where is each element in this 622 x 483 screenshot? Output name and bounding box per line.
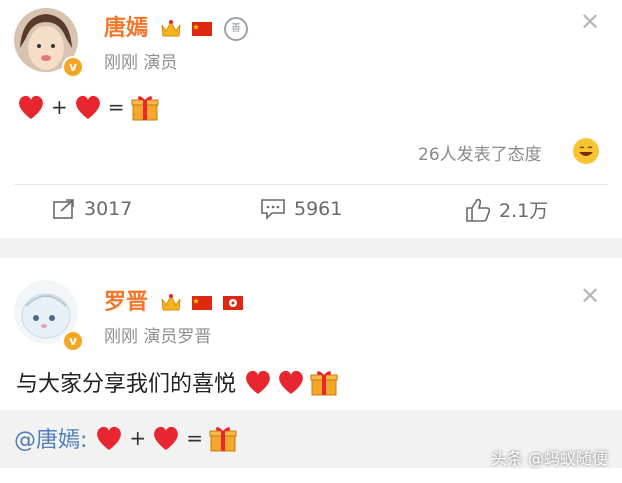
divider	[14, 184, 608, 185]
equals-sign: =	[186, 426, 203, 450]
laugh-emoji-icon	[573, 138, 599, 164]
comment-button[interactable]: 5961	[260, 198, 342, 220]
watermark: 头条 @蚂蚁随便	[490, 449, 608, 468]
thumbs-up-icon	[466, 198, 491, 222]
comment-count: 5961	[294, 198, 343, 220]
weibo-post-1: v 唐嫣 善 刚刚 演员 ✕ + = 26人发表了态度 3017 5961 2.…	[0, 0, 622, 238]
china-flag-icon	[192, 296, 213, 310]
heart-icon	[75, 95, 100, 119]
crown-icon	[161, 20, 181, 37]
medal-icon: 善	[224, 17, 249, 41]
plus-sign: +	[129, 426, 147, 450]
close-icon[interactable]: ✕	[580, 284, 600, 308]
verified-badge: v	[62, 56, 84, 78]
gift-icon	[209, 427, 237, 452]
author-name[interactable]: 唐嫣 善	[104, 10, 249, 42]
close-icon[interactable]: ✕	[580, 10, 600, 34]
repost-count: 3017	[84, 198, 133, 220]
china-flag-icon	[192, 22, 213, 36]
heart-icon	[19, 95, 43, 119]
post-content: 与大家分享我们的喜悦	[16, 366, 339, 398]
attitude-count[interactable]: 26人发表了态度	[418, 140, 542, 165]
like-button[interactable]: 2.1万	[465, 196, 548, 223]
post-meta: 刚刚 演员罗晋	[104, 327, 212, 347]
retweet-content: @唐嫣: + =	[14, 422, 238, 454]
heart-icon	[154, 426, 179, 450]
mention-link[interactable]: @唐嫣:	[14, 428, 87, 453]
gift-icon	[310, 371, 338, 396]
repost-button[interactable]: 3017	[52, 198, 132, 220]
heart-icon	[97, 426, 122, 450]
post-meta: 刚刚 演员	[104, 53, 178, 73]
heart-icon	[279, 370, 303, 394]
crown-icon	[161, 294, 181, 311]
comment-icon	[261, 199, 285, 220]
author-name[interactable]: 罗晋	[104, 284, 244, 316]
verified-badge: v	[62, 330, 84, 352]
post-content: + =	[16, 92, 160, 122]
post-separator	[0, 238, 622, 258]
plus-sign: +	[51, 95, 68, 119]
hong-kong-flag-icon	[223, 296, 244, 310]
like-count: 2.1万	[499, 200, 549, 222]
share-icon	[53, 199, 74, 219]
gift-icon	[131, 96, 159, 121]
equals-sign: =	[107, 95, 125, 119]
heart-icon	[246, 370, 270, 394]
